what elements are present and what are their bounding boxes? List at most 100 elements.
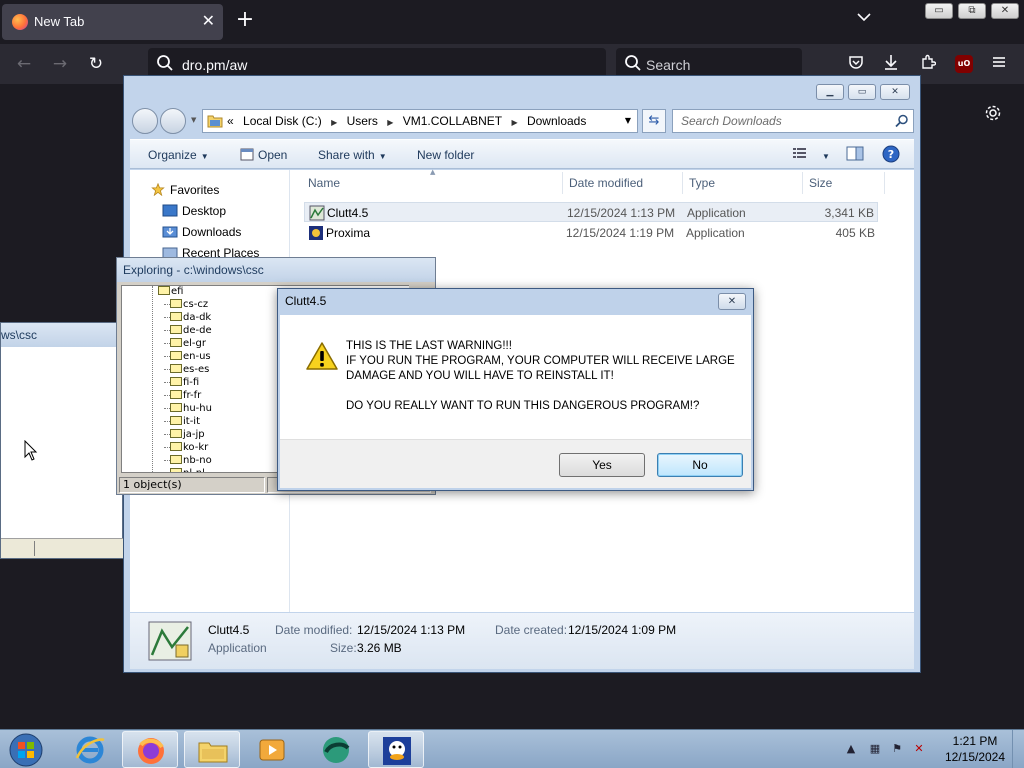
refresh-icon[interactable]: ⇆: [642, 109, 666, 133]
reload-icon[interactable]: ↻: [84, 52, 108, 76]
warning-dialog[interactable]: Clutt4.5 ✕ THIS IS THE LAST WARNING!!! I…: [277, 288, 754, 491]
tree-item[interactable]: cs-cz: [164, 298, 208, 311]
breadcrumb-item[interactable]: Users: [347, 114, 378, 128]
recent-pages-chevron-icon[interactable]: ▼: [191, 116, 196, 124]
duck-icon: [383, 737, 411, 765]
breadcrumb-item[interactable]: Downloads: [527, 114, 586, 128]
minimize-button[interactable]: ▁: [816, 84, 844, 100]
show-hidden-icons-chevron-icon[interactable]: ▲: [844, 742, 858, 756]
file-row-proxima[interactable]: Proxima 12/15/2024 1:19 PM Application 4…: [304, 223, 878, 243]
tree-item[interactable]: es-es: [164, 363, 209, 376]
taskbar-media-player[interactable]: [244, 731, 300, 768]
address-dropdown-icon[interactable]: ▼: [625, 116, 631, 125]
show-desktop-button[interactable]: [1012, 730, 1024, 768]
tree-connector: [164, 408, 170, 409]
tree-item[interactable]: fr-fr: [164, 389, 201, 402]
file-row-clutt[interactable]: Clutt4.5 12/15/2024 1:13 PM Application …: [304, 202, 878, 222]
tree-item[interactable]: hu-hu: [164, 402, 212, 415]
nav-item-downloads[interactable]: Downloads: [162, 225, 241, 239]
search-icon: [157, 55, 173, 71]
tree-connector: [152, 286, 153, 472]
file-name: Clutt4.5: [327, 206, 369, 220]
tree-item-label: ko-kr: [183, 442, 209, 453]
tree-item[interactable]: nb-no: [164, 454, 212, 467]
vm-close-button[interactable]: ✕: [991, 3, 1019, 19]
share-with-button[interactable]: Share with ▼: [318, 148, 387, 162]
list-all-tabs-chevron-icon[interactable]: [853, 10, 875, 32]
tree-item[interactable]: el-gr: [164, 337, 206, 350]
tree-item[interactable]: de-de: [164, 324, 212, 337]
tree-item[interactable]: en-us: [164, 350, 211, 363]
downloads-icon[interactable]: [881, 54, 901, 74]
close-button[interactable]: ✕: [880, 84, 910, 100]
taskbar-firefox[interactable]: [122, 731, 178, 768]
search-downloads-input[interactable]: Search Downloads: [672, 109, 914, 133]
chevron-down-icon: ▼: [200, 152, 209, 161]
chevron-down-icon[interactable]: ▼: [818, 148, 830, 162]
tree-item[interactable]: da-dk: [164, 311, 211, 324]
breadcrumb-separator-icon[interactable]: ▶: [387, 118, 393, 127]
column-divider[interactable]: [562, 172, 563, 194]
yes-button[interactable]: Yes: [559, 453, 645, 477]
downloads-folder-icon: [162, 226, 178, 238]
tree-item-label: de-de: [183, 325, 212, 336]
address-bar[interactable]: « Local Disk (C:) ▶ Users ▶ VM1.COLLABNE…: [202, 109, 638, 133]
tree-item[interactable]: fi-fi: [164, 376, 199, 389]
maximize-button[interactable]: ▭: [848, 84, 876, 100]
organize-button[interactable]: Organize ▼: [148, 148, 209, 162]
column-divider[interactable]: [802, 172, 803, 194]
search-icon[interactable]: [895, 114, 909, 128]
forward-button[interactable]: [160, 108, 186, 134]
vm-minimize-button[interactable]: ▭: [925, 3, 953, 19]
column-header-type[interactable]: Type: [689, 176, 715, 190]
column-divider[interactable]: [682, 172, 683, 194]
gear-icon[interactable]: [982, 104, 1004, 126]
dialog-close-button[interactable]: ✕: [718, 293, 746, 310]
menu-hamburger-icon[interactable]: [989, 54, 1009, 74]
help-icon[interactable]: ?: [882, 145, 900, 166]
action-center-flag-icon[interactable]: ⚑: [890, 742, 904, 756]
breadcrumb-overflow[interactable]: «: [227, 114, 234, 128]
breadcrumb-separator-icon[interactable]: ▶: [511, 118, 517, 127]
nav-item-desktop[interactable]: Desktop: [162, 204, 226, 218]
tree-item[interactable]: it-it: [164, 415, 200, 428]
nav-favorites[interactable]: Favorites: [150, 183, 219, 197]
taskbar-internet-explorer[interactable]: [62, 731, 118, 768]
new-folder-button[interactable]: New folder: [417, 148, 474, 162]
breadcrumb-item[interactable]: VM1.COLLABNET: [403, 114, 502, 128]
tree-item[interactable]: ja-jp: [164, 428, 205, 441]
no-button[interactable]: No: [657, 453, 743, 477]
view-options-icon[interactable]: [792, 146, 808, 163]
tree-item[interactable]: efi: [158, 286, 183, 298]
status-divider: [34, 541, 35, 556]
back-arrow-icon[interactable]: ←: [12, 52, 36, 76]
taskbar-windows-explorer[interactable]: [184, 731, 240, 768]
file-date: 12/15/2024 1:13 PM: [567, 206, 676, 220]
clock[interactable]: 1:21 PM 12/15/2024: [940, 733, 1010, 765]
pocket-icon[interactable]: [846, 54, 866, 74]
breadcrumb-item[interactable]: Local Disk (C:): [243, 114, 322, 128]
breadcrumb-separator-icon[interactable]: ▶: [331, 118, 337, 127]
ublock-origin-icon[interactable]: uO: [955, 55, 973, 73]
tree-item[interactable]: ko-kr: [164, 441, 209, 454]
volume-muted-icon[interactable]: ✕: [912, 742, 926, 756]
back-button[interactable]: [132, 108, 158, 134]
taskbar-clutt-app[interactable]: [368, 731, 424, 768]
network-icon[interactable]: ▦: [868, 742, 882, 756]
open-button[interactable]: Open: [240, 148, 287, 162]
column-header-size[interactable]: Size: [809, 176, 832, 190]
column-header-date-modified[interactable]: Date modified: [569, 176, 643, 190]
column-header-name[interactable]: Name: [308, 176, 340, 190]
vm-restore-button[interactable]: ⧉: [958, 3, 986, 19]
browser-tab[interactable]: New Tab ✕: [2, 4, 223, 40]
new-tab-button[interactable]: +: [234, 8, 256, 34]
tree-item[interactable]: nl-nl: [170, 467, 205, 472]
background-window-partial[interactable]: ws\csc: [0, 322, 123, 559]
extensions-icon[interactable]: [918, 54, 938, 74]
tab-close-icon[interactable]: ✕: [202, 11, 215, 30]
preview-pane-icon[interactable]: [846, 146, 864, 164]
column-divider[interactable]: [884, 172, 885, 194]
forward-arrow-icon[interactable]: →: [48, 52, 72, 76]
taskbar-green-app[interactable]: [308, 731, 364, 768]
start-button[interactable]: [6, 731, 46, 768]
